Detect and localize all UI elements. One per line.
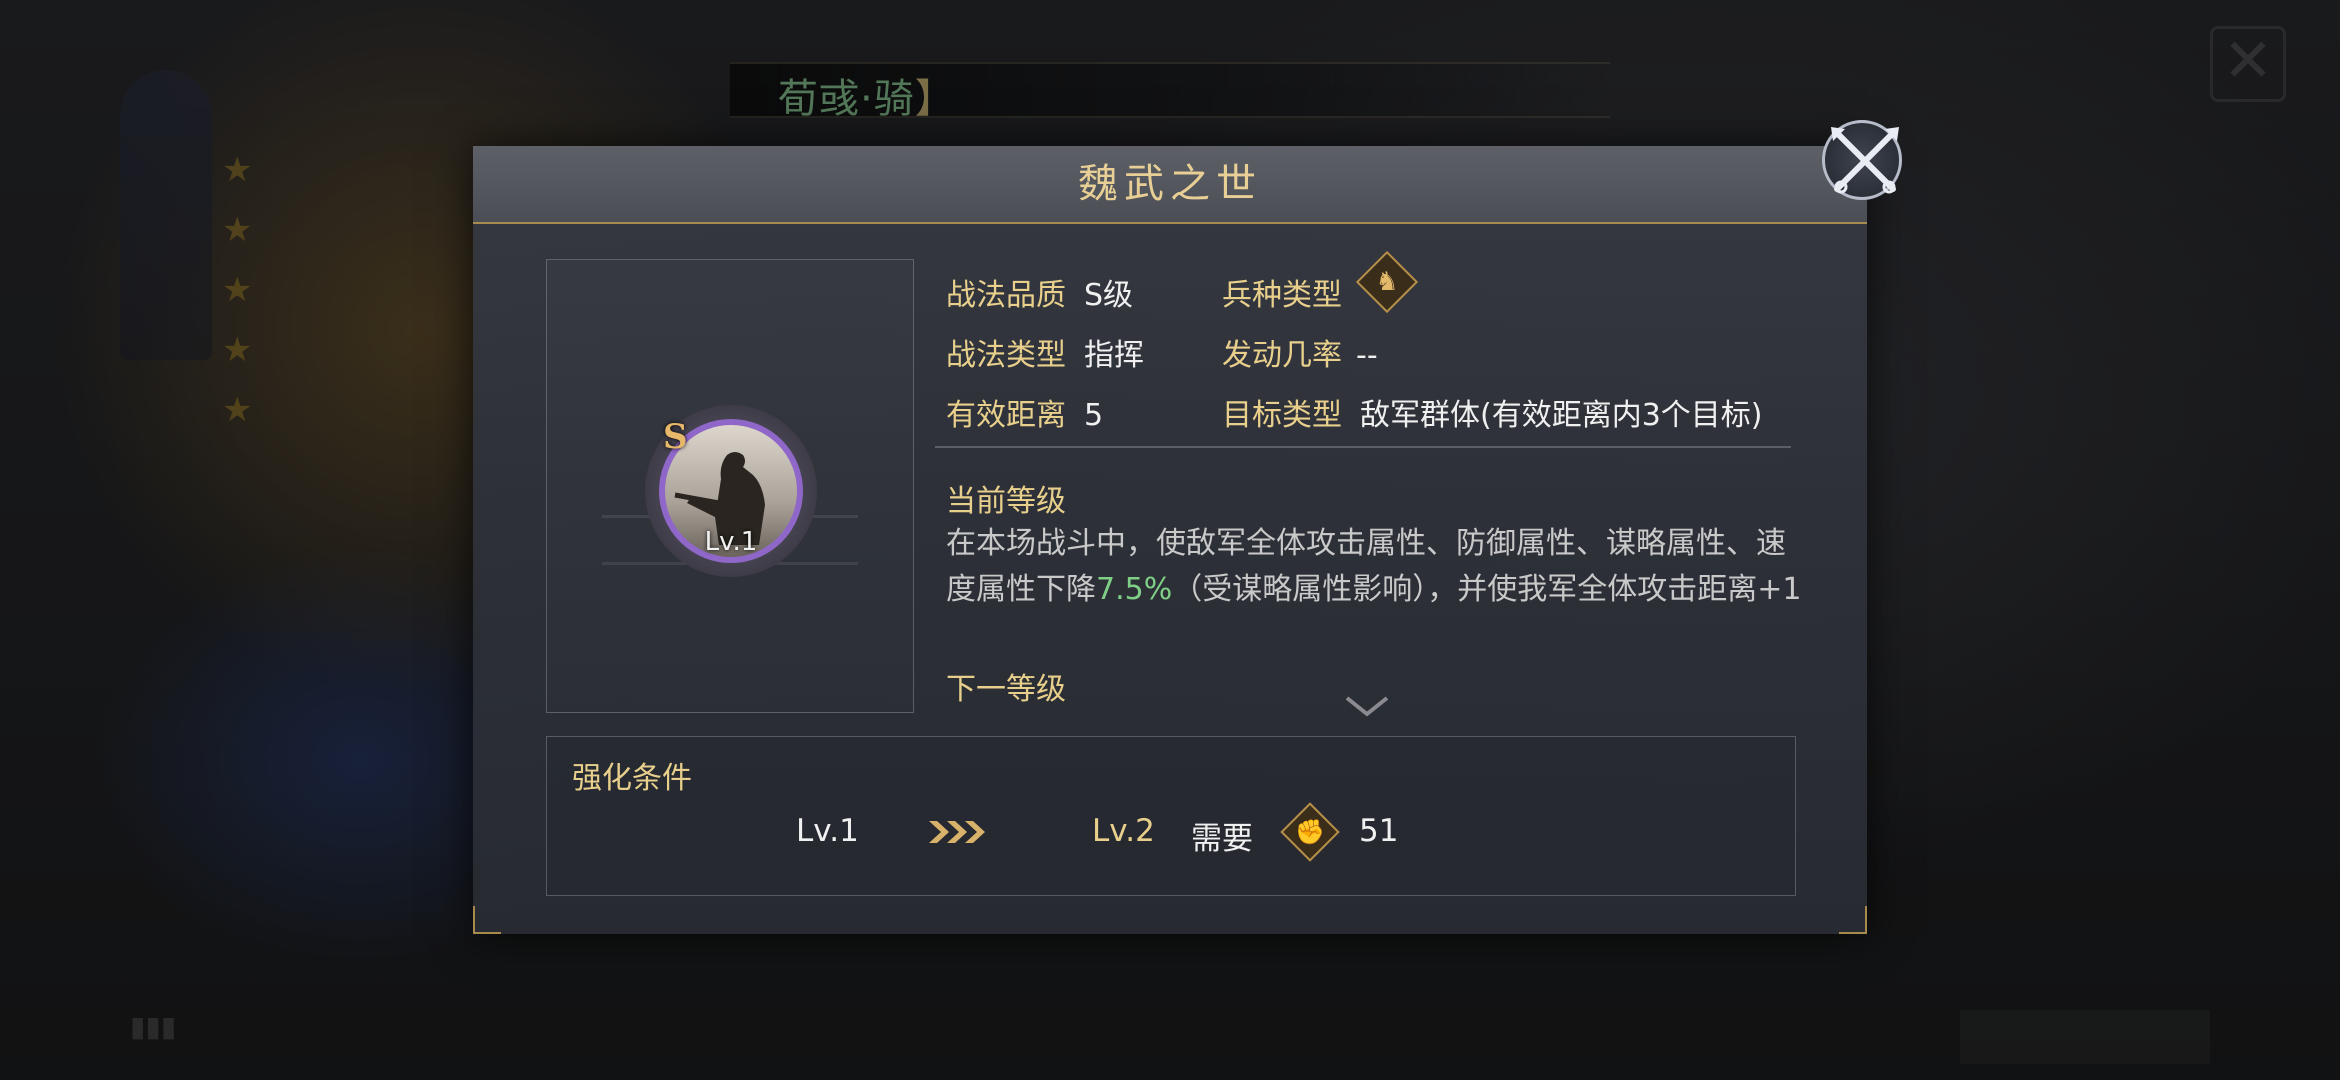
effect-value: 7.5% xyxy=(1096,572,1173,607)
fist-icon: ✊ xyxy=(1280,802,1340,862)
next-level-label: 下一等级 xyxy=(946,672,1066,707)
skill-icon-panel: S Lv.1 xyxy=(546,259,914,713)
scroll-down-chevron-icon[interactable] xyxy=(1343,694,1391,720)
attr-range: 有效距离 5 xyxy=(946,398,1104,433)
skill-icon: S Lv.1 xyxy=(645,405,817,577)
to-level: Lv.2 xyxy=(1092,813,1155,849)
attr-skill-type: 战法类型 指挥 xyxy=(946,338,1144,373)
dialog-title: 魏武之世 xyxy=(1078,161,1262,207)
attributes-divider xyxy=(935,446,1791,448)
skill-level: Lv.1 xyxy=(704,527,758,557)
enhance-title: 强化条件 xyxy=(572,761,692,796)
from-level: Lv.1 xyxy=(796,813,859,849)
corner-ornament xyxy=(1839,906,1867,934)
enhance-requirement-row: Lv.1 Lv.2 需要 ✊ 51 xyxy=(547,801,1795,862)
cavalry-horse-icon: ♞ xyxy=(1355,250,1419,314)
need-value: 51 xyxy=(1359,813,1399,849)
grade-badge: S xyxy=(663,417,688,457)
current-level-label: 当前等级 xyxy=(946,484,1066,519)
triple-arrow-icon xyxy=(929,821,985,843)
attr-quality: 战法品质 S级 xyxy=(946,278,1134,313)
crossed-swords-close-icon[interactable] xyxy=(1822,120,1902,200)
current-level-description: 在本场战斗中，使敌军全体攻击属性、防御属性、谋略属性、速度属性下降7.5%（受谋… xyxy=(946,526,1802,607)
need-label: 需要 xyxy=(1191,821,1253,857)
attr-unit-type: 兵种类型 xyxy=(1222,278,1342,313)
skill-detail-dialog: 魏武之世 S Lv.1 战法品质 S级 兵种类型 ♞ 战法类型 指挥 发动几率 -- … xyxy=(473,146,1867,934)
enhance-conditions-panel: 强化条件 Lv.1 Lv.2 需要 ✊ 51 xyxy=(546,736,1796,896)
attr-trigger-rate: 发动几率 -- xyxy=(1222,338,1378,373)
attr-target: 目标类型 敌军群体(有效距离内3个目标) xyxy=(1222,398,1763,433)
corner-ornament xyxy=(473,906,501,934)
